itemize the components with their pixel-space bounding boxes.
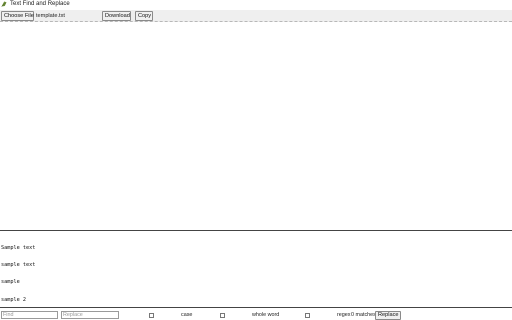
app-title: Text Find and Replace bbox=[10, 1, 70, 7]
leaf-icon bbox=[1, 1, 7, 7]
selected-file-name: template.txt bbox=[36, 13, 65, 19]
download-button[interactable]: Download bbox=[102, 11, 131, 21]
regex-checkbox[interactable] bbox=[305, 313, 310, 318]
replace-button[interactable]: Replace bbox=[375, 311, 401, 320]
regex-label: regex bbox=[337, 312, 351, 318]
choose-file-button[interactable]: Choose File bbox=[1, 11, 34, 21]
preview-line: Sample text bbox=[1, 244, 36, 251]
text-editor[interactable] bbox=[0, 23, 512, 230]
replace-input[interactable] bbox=[61, 311, 119, 319]
preview-line: sample text bbox=[1, 261, 36, 268]
case-label: case bbox=[181, 312, 193, 318]
copy-button[interactable]: Copy bbox=[135, 11, 153, 21]
text-preview: Sample text sample text sample sample 2 … bbox=[1, 234, 511, 320]
case-checkbox[interactable] bbox=[149, 313, 154, 318]
preview-line: sample bbox=[1, 279, 20, 286]
match-count: 0 matches bbox=[351, 312, 376, 318]
title-bar: Text Find and Replace bbox=[0, 0, 512, 9]
divider bbox=[0, 230, 512, 231]
find-input[interactable] bbox=[1, 311, 58, 319]
preview-line: sample 2 bbox=[1, 296, 26, 303]
find-replace-bar: case whole word regex 0 matches Replace bbox=[0, 308, 512, 320]
toolbar: Choose File template.txt Download Copy bbox=[0, 10, 512, 22]
whole-word-label: whole word bbox=[252, 312, 280, 318]
whole-word-checkbox[interactable] bbox=[220, 313, 225, 318]
